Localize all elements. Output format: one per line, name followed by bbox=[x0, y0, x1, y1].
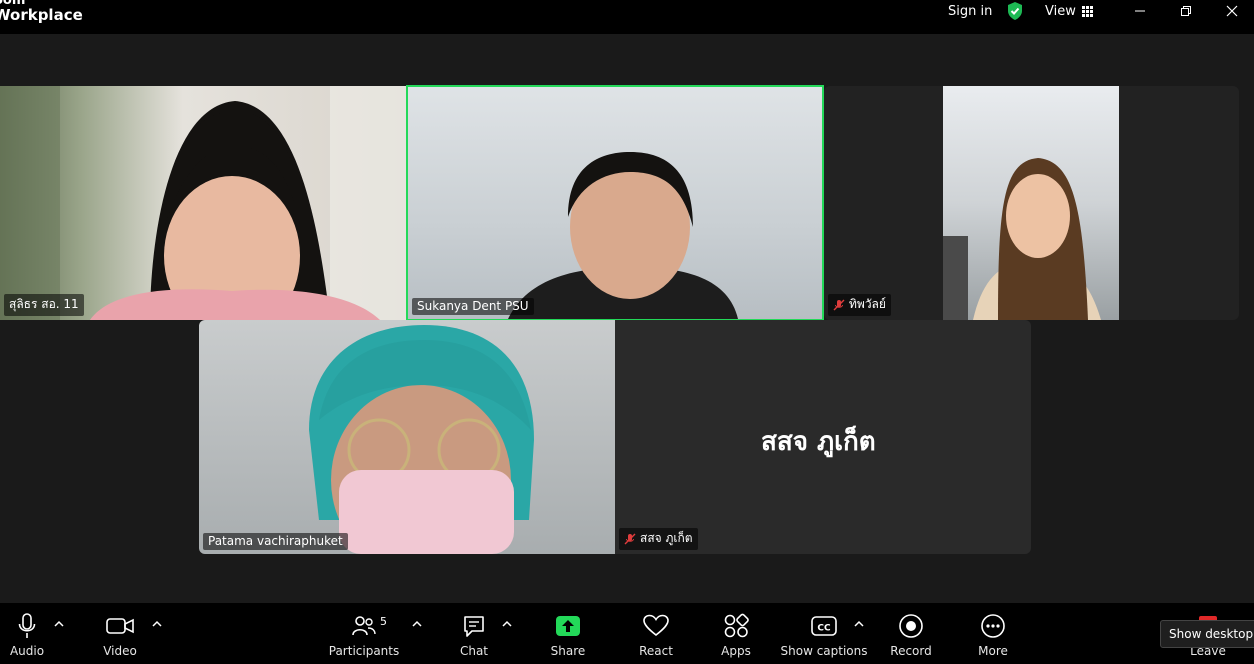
video-options-caret-icon[interactable] bbox=[151, 619, 163, 629]
chat-icon bbox=[464, 616, 484, 637]
participant-name-tag: สุลิธร สอ. 11 bbox=[4, 294, 84, 316]
participant-silhouette bbox=[309, 325, 534, 554]
apps-button[interactable]: Apps bbox=[716, 603, 756, 664]
participant-name: สสจ ภูเก็ต bbox=[640, 531, 693, 545]
apps-label: Apps bbox=[721, 644, 751, 658]
video-off-name: สสจ ภูเก็ต bbox=[761, 427, 876, 457]
react-button[interactable]: React bbox=[636, 603, 676, 664]
share-button[interactable]: Share bbox=[548, 603, 588, 664]
participants-label: Participants bbox=[328, 644, 400, 658]
more-button[interactable]: More bbox=[973, 603, 1013, 664]
participant-silhouette bbox=[508, 152, 738, 319]
participants-count-badge: 5 bbox=[380, 615, 387, 628]
minimize-button[interactable] bbox=[1117, 0, 1163, 22]
participant-name-tag: สสจ ภูเก็ต bbox=[619, 528, 698, 550]
meeting-toolbar: Audio Video Participants 5 Chat Share Re… bbox=[0, 603, 1254, 664]
video-button[interactable]: Video bbox=[100, 603, 140, 664]
participant-name-tag: Sukanya Dent PSU bbox=[412, 298, 534, 315]
participant-video bbox=[943, 86, 1119, 320]
app-brand: oom Workplace bbox=[0, 0, 83, 23]
video-tile-1[interactable]: สุลิธร สอ. 11 bbox=[0, 86, 406, 320]
brand-line-2: Workplace bbox=[0, 6, 83, 24]
participant-name-tag: Patama vachiraphuket bbox=[203, 533, 348, 550]
encryption-shield-icon[interactable] bbox=[1006, 0, 1024, 22]
record-label: Record bbox=[890, 644, 932, 658]
view-button[interactable]: View bbox=[1045, 0, 1093, 22]
grid-icon bbox=[1081, 5, 1093, 17]
restore-button[interactable] bbox=[1163, 0, 1209, 22]
restore-icon bbox=[1181, 6, 1191, 16]
more-label: More bbox=[978, 644, 1008, 658]
participant-name: Patama vachiraphuket bbox=[208, 534, 343, 548]
show-desktop-tooltip: Show desktop bbox=[1160, 620, 1254, 648]
participant-silhouette bbox=[943, 158, 1101, 320]
cc-icon: CC bbox=[811, 616, 837, 636]
captions-options-caret-icon[interactable] bbox=[853, 619, 865, 629]
show-captions-button[interactable]: CC Show captions bbox=[780, 603, 868, 664]
chat-button[interactable]: Chat bbox=[454, 603, 494, 664]
audio-label: Audio bbox=[9, 644, 45, 658]
audio-options-caret-icon[interactable] bbox=[53, 619, 65, 629]
participants-options-caret-icon[interactable] bbox=[411, 619, 423, 629]
share-label: Share bbox=[550, 644, 586, 658]
title-bar: oom Workplace Sign in View bbox=[0, 0, 1254, 34]
chat-label: Chat bbox=[459, 644, 489, 658]
close-button[interactable] bbox=[1209, 0, 1254, 22]
share-arrow-icon bbox=[556, 616, 580, 636]
participant-silhouette bbox=[0, 86, 406, 320]
participant-name: ทิพวัลย์ bbox=[849, 297, 886, 311]
show-captions-label: Show captions bbox=[780, 644, 868, 658]
microphone-icon bbox=[18, 613, 36, 638]
record-icon bbox=[899, 614, 923, 638]
minimize-icon bbox=[1135, 10, 1145, 12]
sign-in-link[interactable]: Sign in bbox=[948, 0, 992, 22]
chat-options-caret-icon[interactable] bbox=[501, 619, 513, 629]
muted-mic-icon bbox=[624, 533, 636, 544]
participants-button[interactable]: Participants bbox=[328, 603, 400, 664]
participants-icon bbox=[352, 616, 376, 636]
audio-button[interactable]: Audio bbox=[8, 603, 46, 664]
apps-icon bbox=[724, 613, 749, 638]
participant-name-tag: ทิพวัลย์ bbox=[828, 294, 891, 316]
video-tile-3[interactable]: ทิพวัลย์ bbox=[824, 86, 1239, 320]
participant-name: Sukanya Dent PSU bbox=[417, 299, 529, 313]
video-tile-5-video-off[interactable]: สสจ ภูเก็ต สสจ ภูเก็ต bbox=[615, 320, 1031, 554]
react-label: React bbox=[639, 644, 673, 658]
record-button[interactable]: Record bbox=[889, 603, 933, 664]
muted-mic-icon bbox=[833, 299, 845, 310]
video-tile-2-active-speaker[interactable]: Sukanya Dent PSU bbox=[406, 85, 824, 321]
heart-icon bbox=[643, 614, 669, 637]
video-tile-4[interactable]: Patama vachiraphuket bbox=[199, 320, 615, 554]
more-icon bbox=[981, 614, 1005, 638]
view-label: View bbox=[1045, 3, 1076, 19]
close-icon bbox=[1226, 5, 1238, 17]
video-label: Video bbox=[103, 644, 137, 658]
camera-icon bbox=[106, 618, 134, 634]
participant-name: สุลิธร สอ. 11 bbox=[9, 297, 79, 311]
svg-text:CC: CC bbox=[817, 624, 831, 634]
